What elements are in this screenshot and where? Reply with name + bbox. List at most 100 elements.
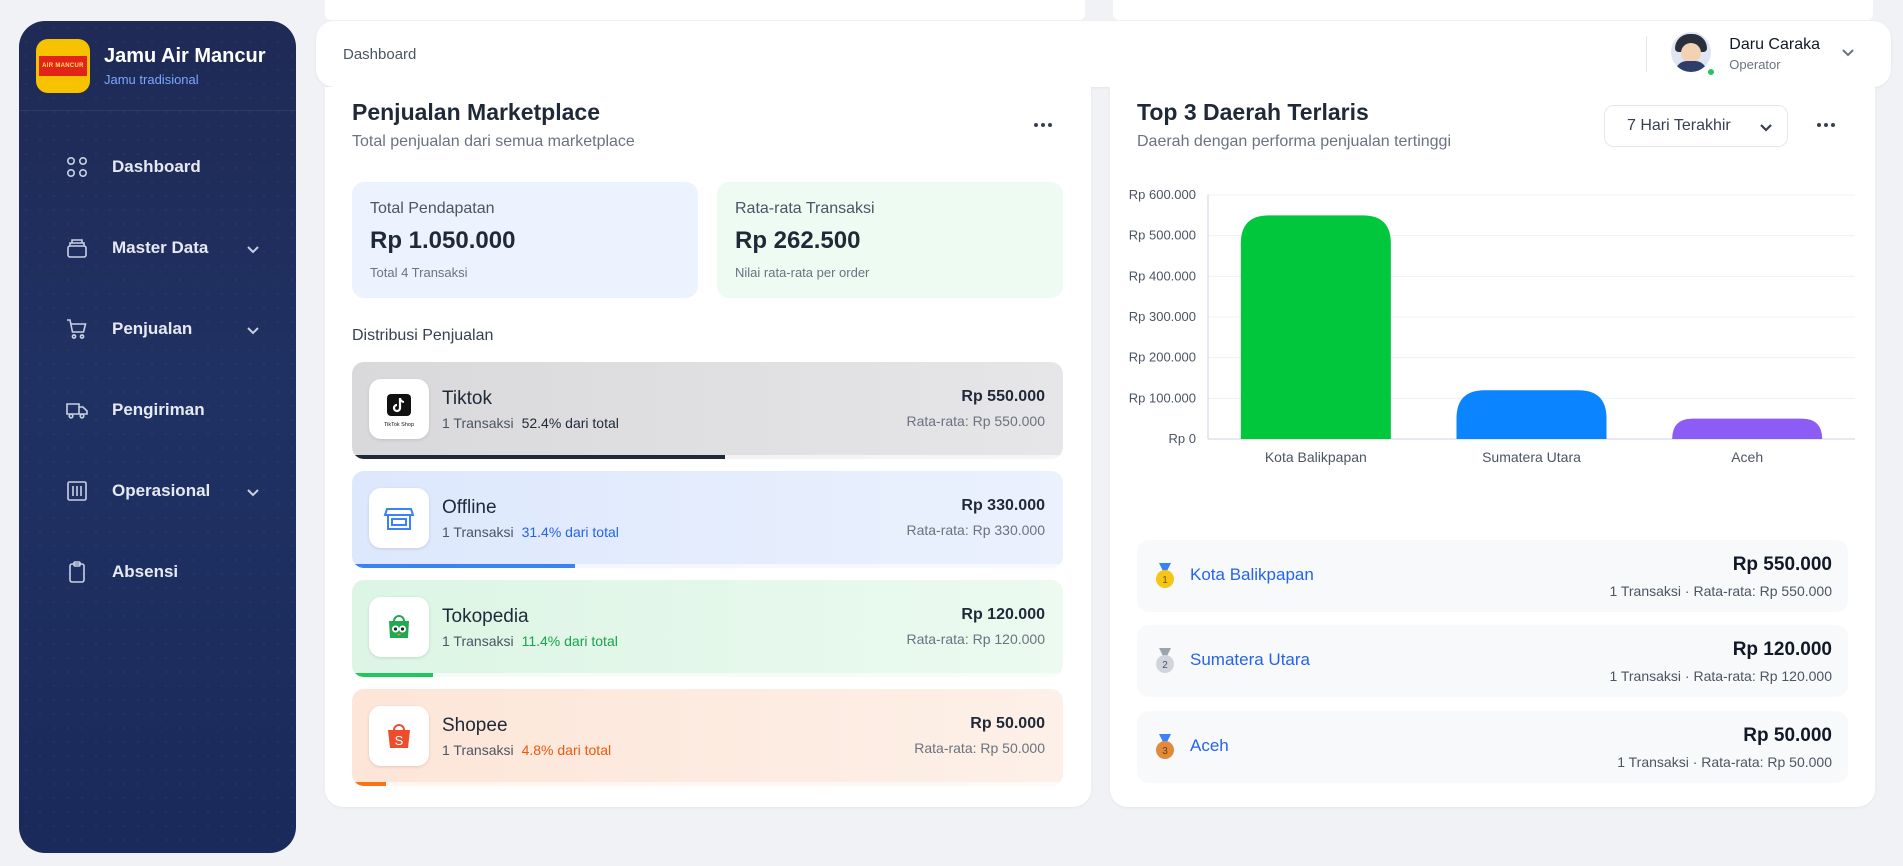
stat-note: Total 4 Transaksi: [370, 265, 468, 280]
average-transaction-card: Rata-rata Transaksi Rp 262.500 Nilai rat…: [717, 182, 1063, 298]
marketplace-meta: 1 Transaksi 4.8% dari total: [442, 742, 611, 758]
bar: [1456, 390, 1607, 439]
stat-value: Rp 262.500: [735, 227, 861, 254]
marketplace-average: Rata-rata: Rp 330.000: [906, 522, 1045, 538]
user-menu[interactable]: Daru Caraka Operator: [1646, 21, 1891, 87]
stat-label: Rata-rata Transaksi: [735, 200, 875, 217]
region-amount: Rp 120.000: [1732, 639, 1832, 660]
chart-svg: Rp 0 Rp 100.000 Rp 200.000 Rp 300.000 Rp 400…: [1129, 187, 1855, 465]
gold-medal-icon: 1: [1156, 563, 1174, 588]
y-tick-label: Rp 600.000: [1129, 187, 1196, 202]
brand-logo: AIR MANCUR: [36, 38, 90, 93]
brand-logo-text: AIR MANCUR: [39, 55, 87, 76]
period-select-value: 7 Hari Terakhir: [1627, 117, 1731, 134]
sidebar-item-label: Pengiriman: [112, 399, 205, 419]
region-rank-3[interactable]: 3 Aceh Rp 50.000 1 Transaksi · Rata-rata…: [1137, 711, 1848, 783]
sidebar-item-absensi[interactable]: Absensi: [19, 531, 296, 612]
region-name[interactable]: Sumatera Utara: [1190, 650, 1310, 670]
tiktok-shop-icon: TikTok Shop: [369, 379, 429, 439]
brand-title: Jamu Air Mancur: [104, 44, 266, 67]
regions-bar-chart: Rp 0 Rp 100.000 Rp 200.000 Rp 300.000 Rp 400…: [1110, 175, 1875, 525]
marketplace-amount: Rp 120.000: [961, 606, 1045, 623]
marketplace-amount: Rp 330.000: [961, 497, 1045, 514]
sidebar-item-label: Master Data: [112, 237, 209, 257]
region-meta: 1 Transaksi · Rata-rata: Rp 120.000: [1609, 668, 1832, 684]
brand-subtitle: Jamu tradisional: [104, 71, 199, 87]
marketplace-meta: 1 Transaksi 52.4% dari total: [442, 415, 619, 431]
chevron-down-icon[interactable]: [246, 241, 260, 255]
svg-text:3: 3: [1162, 746, 1168, 757]
total-revenue-card: Total Pendapatan Rp 1.050.000 Total 4 Tr…: [352, 182, 698, 298]
distribution-title: Distribusi Penjualan: [352, 327, 494, 344]
card-title: Top 3 Daerah Terlaris: [1137, 99, 1369, 125]
marketplace-amount: Rp 50.000: [970, 715, 1045, 732]
previous-card-edge: [325, 0, 1085, 20]
stat-value: Rp 1.050.000: [370, 227, 516, 254]
chevron-down-icon: [1760, 124, 1772, 132]
database-icon: [64, 235, 90, 261]
stat-label: Total Pendapatan: [370, 200, 495, 217]
svg-text:2: 2: [1162, 660, 1168, 671]
marketplace-item-tokopedia[interactable]: Tokopedia 1 Transaksi 11.4% dari total Rp…: [352, 580, 1063, 677]
shopee-icon: S: [369, 706, 429, 766]
period-select[interactable]: 7 Hari Terakhir: [1604, 105, 1788, 147]
sidebar-item-penjualan[interactable]: Penjualan: [19, 288, 296, 369]
marketplace-item-shopee[interactable]: S Shopee 1 Transaksi 4.8% dari total Rp 5…: [352, 689, 1063, 786]
chevron-down-icon[interactable]: [1840, 44, 1856, 65]
chevron-down-icon[interactable]: [246, 484, 260, 498]
marketplace-name: Tokopedia: [442, 606, 529, 627]
y-tick-label: Rp 0: [1169, 431, 1196, 446]
sidebar-item-dashboard[interactable]: Dashboard: [19, 126, 296, 207]
progress-track: [352, 782, 1063, 786]
marketplace-sales-card: Penjualan Marketplace Total penjualan da…: [325, 87, 1091, 807]
avatar[interactable]: [1671, 32, 1712, 72]
silver-medal-icon: 2: [1156, 648, 1174, 673]
store-icon: [369, 488, 429, 548]
marketplace-name: Shopee: [442, 715, 508, 736]
online-status-dot: [1706, 67, 1717, 77]
marketplace-item-offline[interactable]: Offline 1 Transaksi 31.4% dari total Rp 3…: [352, 471, 1063, 568]
clipboard-icon: [64, 559, 90, 585]
header-divider: [1646, 36, 1648, 72]
brand[interactable]: AIR MANCUR Jamu Air Mancur Jamu tradisio…: [19, 21, 296, 111]
transaction-count: 1 Transaksi: [442, 415, 514, 431]
more-options-icon[interactable]: [1028, 115, 1058, 135]
bar: [1240, 215, 1391, 439]
y-tick-label: Rp 100.000: [1129, 390, 1196, 405]
marketplace-item-tiktok[interactable]: TikTok Shop Tiktok 1 Transaksi 52.4% dari…: [352, 362, 1063, 459]
svg-text:1: 1: [1162, 575, 1168, 586]
marketplace-average: Rata-rata: Rp 120.000: [906, 631, 1045, 647]
marketplace-average: Rata-rata: Rp 50.000: [914, 740, 1045, 756]
cart-icon: [64, 316, 90, 342]
region-name[interactable]: Kota Balikpapan: [1190, 565, 1314, 585]
sidebar-item-operasional[interactable]: Operasional: [19, 450, 296, 531]
percent-of-total: 52.4% dari total: [521, 415, 619, 431]
card-title: Penjualan Marketplace: [352, 99, 600, 125]
sidebar-item-pengiriman[interactable]: Pengiriman: [19, 369, 296, 450]
chevron-down-icon[interactable]: [246, 322, 260, 336]
y-tick-label: Rp 400.000: [1129, 268, 1196, 283]
y-tick-label: Rp 500.000: [1129, 228, 1196, 243]
region-rank-1[interactable]: 1 Kota Balikpapan Rp 550.000 1 Transaksi…: [1137, 540, 1848, 612]
truck-icon: [64, 397, 90, 423]
percent-of-total: 31.4% dari total: [521, 524, 619, 540]
progress-bar: [352, 564, 576, 568]
sidebar-item-label: Penjualan: [112, 318, 193, 338]
region-amount: Rp 50.000: [1743, 725, 1832, 746]
top-regions-card: Top 3 Daerah Terlaris Daerah dengan perf…: [1110, 87, 1875, 807]
region-rank-2[interactable]: 2 Sumatera Utara Rp 120.000 1 Transaksi …: [1137, 625, 1848, 697]
building-icon: [64, 478, 90, 504]
breadcrumb[interactable]: Dashboard: [343, 46, 416, 63]
sidebar-item-label: Absensi: [112, 561, 179, 581]
y-tick-label: Rp 200.000: [1129, 350, 1196, 365]
svg-text:S: S: [395, 733, 404, 748]
bar: [1672, 418, 1823, 439]
sidebar-item-master-data[interactable]: Master Data: [19, 207, 296, 288]
user-role: Operator: [1729, 57, 1781, 72]
progress-bar: [352, 455, 725, 459]
y-tick-label: Rp 300.000: [1129, 309, 1196, 324]
more-options-icon[interactable]: [1811, 115, 1841, 135]
region-name[interactable]: Aceh: [1190, 736, 1229, 756]
region-meta: 1 Transaksi · Rata-rata: Rp 50.000: [1617, 754, 1832, 770]
transaction-count: 1 Transaksi: [442, 633, 514, 649]
